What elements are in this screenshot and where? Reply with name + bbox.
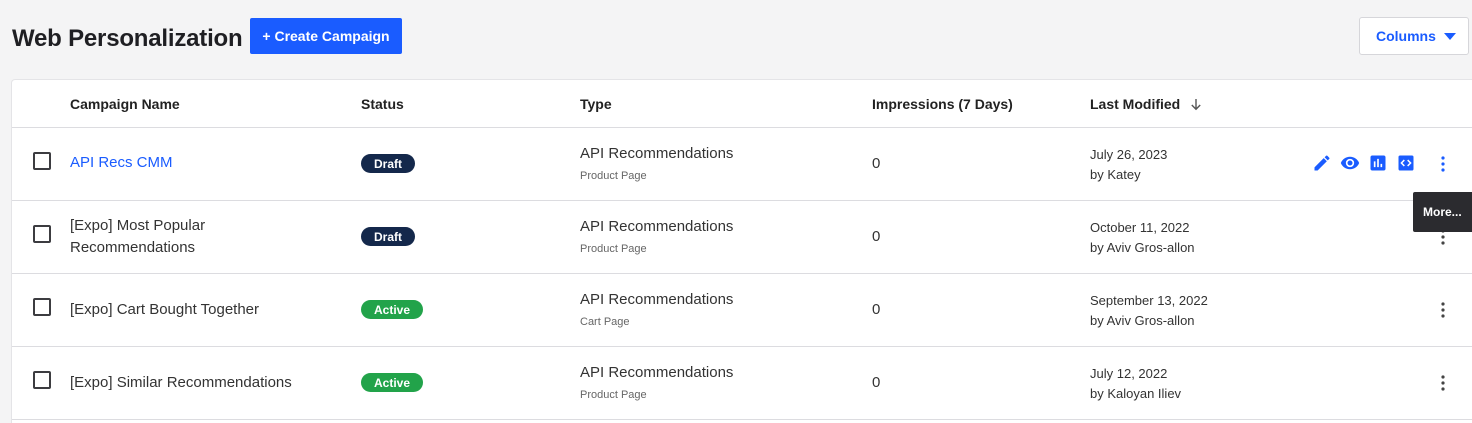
column-header-impressions[interactable]: Impressions (7 Days) bbox=[872, 96, 1013, 112]
create-campaign-button[interactable]: + Create Campaign bbox=[250, 18, 402, 54]
code-icon[interactable] bbox=[1396, 153, 1416, 173]
columns-label: Columns bbox=[1376, 28, 1436, 44]
columns-dropdown-button[interactable]: Columns bbox=[1359, 17, 1469, 55]
modified-by: by Katey bbox=[1090, 167, 1141, 182]
column-header-status[interactable]: Status bbox=[361, 96, 404, 112]
campaigns-table: Campaign Name Status Type Impressions (7… bbox=[12, 80, 1472, 423]
campaign-name[interactable]: [Expo] Most Popular Recommendations bbox=[70, 215, 310, 259]
caret-down-icon bbox=[1444, 33, 1456, 40]
kebab-icon[interactable] bbox=[1438, 301, 1448, 319]
column-header-last-modified[interactable]: Last Modified bbox=[1090, 96, 1202, 112]
row-checkbox[interactable] bbox=[33, 371, 51, 389]
column-header-last-modified-label: Last Modified bbox=[1090, 96, 1181, 112]
modified-date: October 11, 2022 bbox=[1090, 220, 1190, 235]
impressions-count: 0 bbox=[872, 301, 881, 318]
arrow-down-icon bbox=[1191, 99, 1201, 111]
impressions-count: 0 bbox=[872, 155, 881, 172]
table-row: [Expo] Cart Bought Together Active API R… bbox=[12, 274, 1472, 347]
modified-by: by Aviv Gros-allon bbox=[1090, 240, 1195, 255]
campaign-subtype: Cart Page bbox=[580, 316, 630, 328]
status-badge: Draft bbox=[361, 227, 416, 246]
campaign-type: API Recommendations bbox=[580, 145, 734, 162]
campaign-subtype: Product Page bbox=[580, 170, 647, 182]
campaign-type: API Recommendations bbox=[580, 218, 734, 235]
status-badge: Active bbox=[361, 373, 424, 392]
impressions-count: 0 bbox=[872, 374, 881, 391]
bar-chart-icon[interactable] bbox=[1368, 153, 1388, 173]
modified-date: July 26, 2023 bbox=[1090, 147, 1168, 162]
campaign-subtype: Product Page bbox=[580, 243, 647, 255]
impressions-count: 0 bbox=[872, 228, 881, 245]
campaign-type: API Recommendations bbox=[580, 291, 734, 308]
column-header-type[interactable]: Type bbox=[580, 96, 612, 112]
status-badge: Draft bbox=[361, 154, 416, 173]
modified-by: by Aviv Gros-allon bbox=[1090, 313, 1195, 328]
row-checkbox[interactable] bbox=[33, 298, 51, 316]
table-header: Campaign Name Status Type Impressions (7… bbox=[12, 80, 1472, 128]
column-header-campaign-name[interactable]: Campaign Name bbox=[70, 96, 180, 112]
status-badge: Active bbox=[361, 300, 424, 319]
eye-icon[interactable] bbox=[1338, 153, 1362, 173]
campaign-name[interactable]: [Expo] Cart Bought Together bbox=[70, 299, 310, 321]
campaign-subtype: Product Page bbox=[580, 389, 647, 401]
kebab-icon[interactable] bbox=[1438, 155, 1448, 173]
modified-date: July 12, 2022 bbox=[1090, 366, 1168, 381]
table-row: [Expo] Most Popular Recommendations Draf… bbox=[12, 201, 1472, 274]
row-checkbox[interactable] bbox=[33, 152, 51, 170]
row-checkbox[interactable] bbox=[33, 225, 51, 243]
campaign-type: API Recommendations bbox=[580, 364, 734, 381]
more-tooltip: More... bbox=[1413, 192, 1472, 232]
page-title: Web Personalization bbox=[12, 25, 243, 52]
campaign-name[interactable]: [Expo] Similar Recommendations bbox=[70, 372, 310, 394]
kebab-icon[interactable] bbox=[1438, 374, 1448, 392]
table-row: API Recs CMM Draft API Recommendations P… bbox=[12, 128, 1472, 201]
campaign-name-link[interactable]: API Recs CMM bbox=[70, 152, 310, 174]
pencil-icon[interactable] bbox=[1312, 153, 1332, 173]
table-row: [Expo] Similar Recommendations Active AP… bbox=[12, 347, 1472, 420]
modified-by: by Kaloyan Iliev bbox=[1090, 386, 1182, 401]
modified-date: September 13, 2022 bbox=[1090, 293, 1208, 308]
